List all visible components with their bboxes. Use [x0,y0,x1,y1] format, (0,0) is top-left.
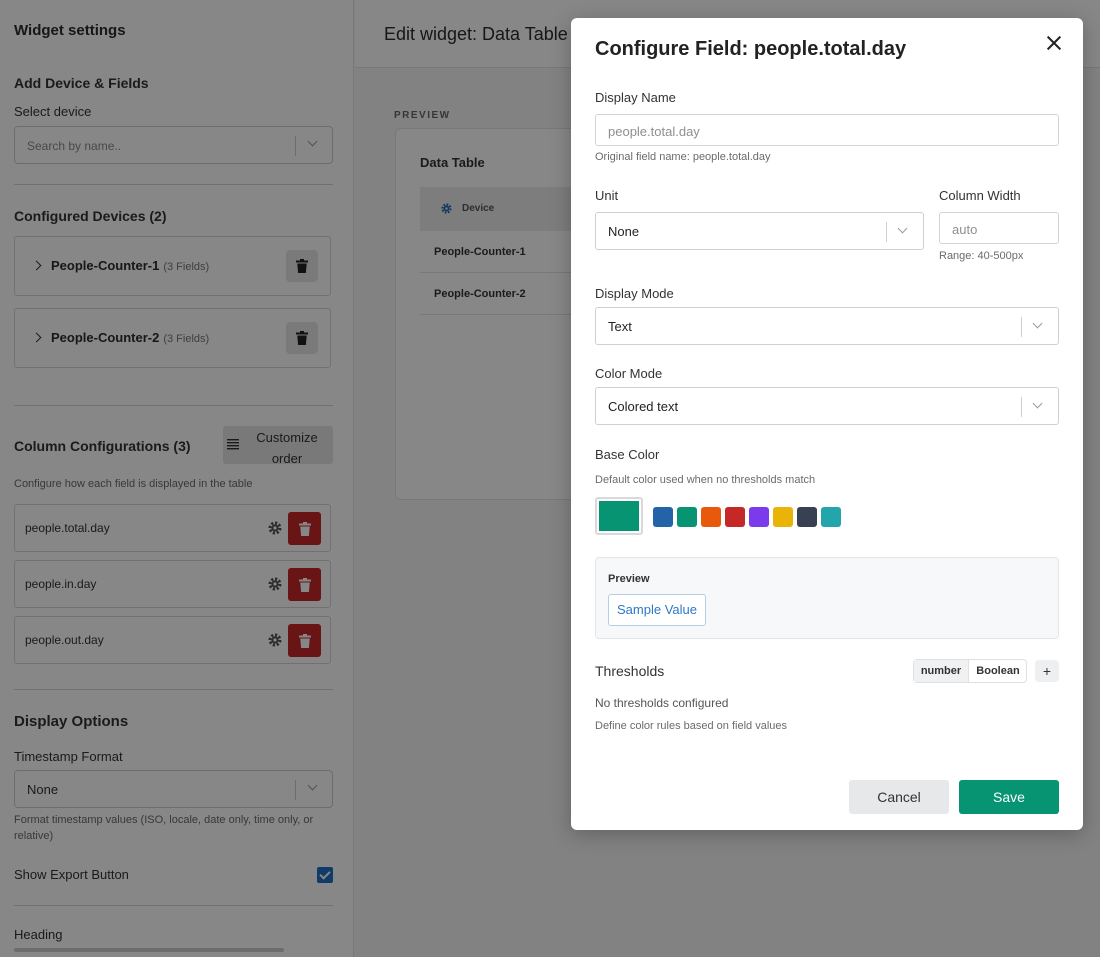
threshold-type-boolean[interactable]: Boolean [969,660,1027,682]
color-swatch-red[interactable] [725,507,745,527]
base-color-label: Base Color [595,447,660,462]
column-width-help: Range: 40-500px [939,250,1024,262]
thresholds-help: Define color rules based on field values [595,720,788,732]
color-swatch-yellow[interactable] [773,507,793,527]
thresholds-label: Thresholds [595,663,665,679]
unit-label: Unit [595,188,619,203]
add-threshold-button[interactable]: + [1035,660,1059,682]
original-field-name: Original field name: people.total.day [595,151,771,163]
save-button[interactable]: Save [959,780,1059,814]
display-name-placeholder: people.total.day [608,124,700,139]
select-separator [1021,317,1022,337]
chevron-down-icon[interactable] [1031,398,1045,412]
select-separator [886,222,887,242]
column-width-label: Column Width [939,188,1021,203]
display-mode-select[interactable]: Text [595,307,1059,345]
dialog-title: Configure Field: people.total.day [595,38,907,60]
chevron-down-icon[interactable] [896,223,910,237]
field-preview-label: Preview [608,573,650,585]
threshold-type-number[interactable]: number [914,660,969,682]
color-swatch-orange[interactable] [701,507,721,527]
base-color-help: Default color used when no thresholds ma… [595,474,816,486]
color-mode-value: Colored text [608,399,679,414]
unit-value: None [608,224,640,239]
color-swatch-purple[interactable] [749,507,769,527]
sample-value-chip: Sample Value [608,594,706,626]
display-mode-value: Text [608,319,632,334]
select-separator [1021,397,1022,417]
display-name-input[interactable]: people.total.day [595,114,1059,146]
unit-select[interactable]: None [595,212,924,250]
column-width-placeholder: auto [952,222,978,237]
color-mode-select[interactable]: Colored text [595,387,1059,425]
close-icon[interactable] [1045,34,1063,52]
configure-field-dialog: Configure Field: people.total.day Displa… [571,18,1083,830]
threshold-type-toggle: number Boolean [913,659,1027,683]
selected-color-fill [599,501,639,531]
chevron-down-icon[interactable] [1031,318,1045,332]
color-swatch-blue[interactable] [653,507,673,527]
color-swatch-green[interactable] [677,507,697,527]
color-swatch-slate[interactable] [797,507,817,527]
base-color-picker[interactable] [595,497,643,535]
color-mode-label: Color Mode [595,366,663,381]
display-mode-label: Display Mode [595,286,674,301]
field-preview-box: Preview Sample Value [595,557,1059,639]
color-swatch-teal[interactable] [821,507,841,527]
cancel-button[interactable]: Cancel [849,780,949,814]
display-name-label: Display Name [595,90,676,105]
no-thresholds-text: No thresholds configured [595,696,729,710]
column-width-input[interactable]: auto [939,212,1059,244]
